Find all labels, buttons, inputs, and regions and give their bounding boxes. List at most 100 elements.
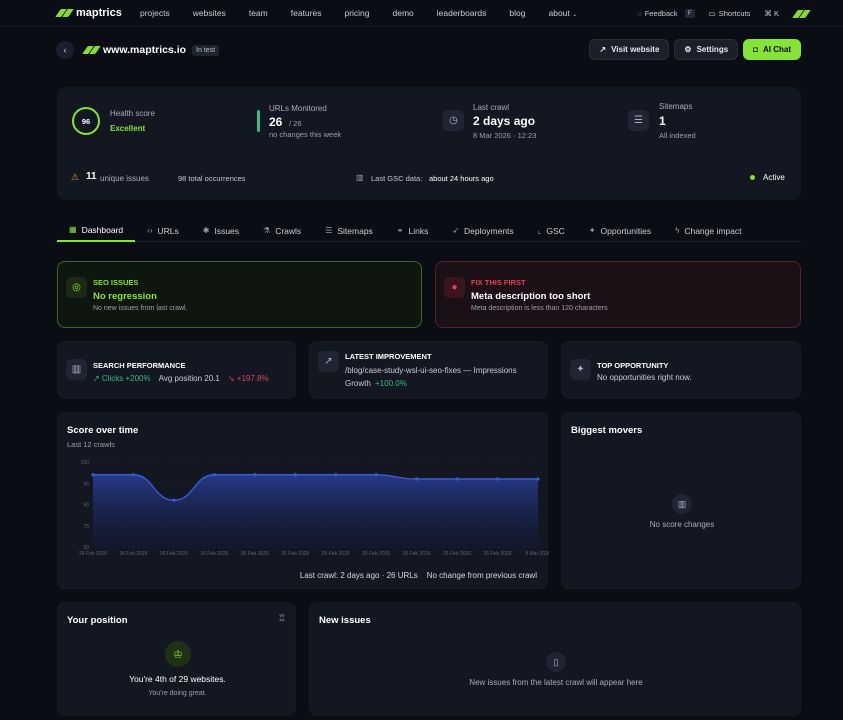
tab-links[interactable]: ⚭ Links (385, 219, 441, 242)
tab-urls[interactable]: ‹› URLs (135, 219, 191, 242)
nav-link-blog[interactable]: blog (509, 8, 525, 18)
top-opportunity-card[interactable]: ✦ TOP OPPORTUNITY No opportunities right… (561, 341, 801, 399)
top-opportunity-title: TOP OPPORTUNITY (597, 361, 669, 370)
avg-position-change: ↘ +197.8% (227, 374, 269, 383)
command-shortcut: ⌘ K (764, 9, 779, 18)
x-tick-label: 26 Feb 2026 (79, 551, 107, 557)
nav-link-about-label: about (548, 8, 570, 18)
clock-icon: ◷ (443, 110, 464, 131)
tab-dashboard[interactable]: ▦ Dashboard (57, 219, 136, 242)
score-chart: 1009590755026 Feb 2026 26 Feb 2026 26 Feb … (79, 460, 549, 557)
x-tick-label: 26 Feb 2026 (160, 551, 188, 557)
command-palette-button[interactable]: ⌘ K (764, 9, 779, 18)
x-tick-label: 26 Feb 2026 (281, 551, 309, 557)
flask-icon: ⚗ (263, 226, 271, 235)
feedback-button[interactable]: ◌ Feedback F (637, 9, 695, 18)
position-main: You're 4th of 29 websites. (129, 674, 226, 684)
keyboard-icon: ▭ (708, 9, 716, 18)
new-issues-empty: New issues from the latest crawl will ap… (469, 678, 643, 687)
tab-label: Opportunities (600, 225, 652, 236)
nav-link-websites[interactable]: websites (193, 8, 226, 18)
nav-link-features[interactable]: features (291, 8, 322, 18)
sparkles-icon: ✦ (570, 359, 591, 380)
sparkles-icon: ✦ (588, 226, 596, 235)
ai-chat-button[interactable]: ◘ AI Chat (743, 39, 801, 60)
tab-crawls[interactable]: ⚗ Crawls (251, 219, 313, 242)
tab-issues[interactable]: ✱ Issues (191, 219, 251, 242)
score-area (93, 474, 538, 547)
tab-opportunities[interactable]: ✦ Opportunities (577, 219, 663, 242)
new-issues-card: New issues ▯ New issues from the latest … (309, 602, 801, 716)
sitemaps-value: 1 (659, 114, 666, 128)
nav-link-projects[interactable]: projects (140, 8, 170, 18)
brand-logo[interactable]: maptrics (55, 7, 140, 19)
health-score-ring: 96 (72, 107, 100, 135)
score-point (334, 473, 338, 477)
urls-sub: no changes this week (269, 130, 342, 139)
target-icon: ◎ (66, 277, 87, 298)
sitemaps-label: Sitemaps (659, 102, 693, 111)
avg-position: Avg position 20.1 (158, 374, 220, 383)
nav-link-about[interactable]: about ⌄ (548, 8, 577, 18)
urls-value: 26 (269, 115, 283, 129)
nav-link-pricing[interactable]: pricing (344, 8, 369, 18)
score-over-time-card: Score over time Last 12 crawls 100 95 90 75… (57, 412, 549, 589)
movers-empty: No score changes (649, 520, 715, 529)
tab-deployments[interactable]: ➶ Deployments (440, 219, 525, 242)
bar-chart-icon: ▥ (672, 494, 692, 514)
link-icon: ⚭ (396, 226, 404, 235)
tab-sitemaps[interactable]: ☰ Sitemaps (313, 219, 385, 242)
site-favicon-icon (82, 46, 101, 54)
nav-link-leaderboards[interactable]: leaderboards (437, 8, 487, 18)
feedback-label: Feedback (644, 9, 678, 18)
x-tick-label: 26 Feb 2026 (119, 551, 147, 557)
header-actions: ↗ Visit website ⚙ Settings ◘ AI Chat (589, 39, 801, 60)
tab-label: Links (408, 225, 429, 236)
score-point (131, 473, 136, 477)
biggest-movers-card: Biggest movers ▥ No score changes (561, 412, 801, 589)
tab-label: Change impact (684, 225, 742, 236)
list-icon: ☰ (628, 110, 649, 131)
latest-improvement-title: LATEST IMPROVEMENT (345, 352, 432, 361)
shortcuts-button[interactable]: ▭ Shortcuts (709, 9, 751, 18)
x-tick-label: 26 Feb 2026 (483, 551, 511, 557)
back-button[interactable]: ‹ (56, 41, 74, 59)
growth-label: Growth (345, 379, 371, 388)
chat-bubble-icon: ◌ (637, 9, 642, 18)
growth-value: +100.0% (375, 379, 407, 388)
file-alert-icon: ▯ (546, 652, 566, 672)
tab-gsc[interactable]: ⌞ GSC (526, 219, 577, 242)
score-point (253, 473, 257, 477)
score-point (374, 473, 378, 477)
seo-issues-sub: No new issues from last crawl. (93, 305, 188, 312)
logo-icon[interactable] (792, 9, 811, 18)
gsc-label: Last GSC data: (371, 174, 423, 183)
health-score-label: Health score (110, 109, 155, 118)
new-issues-title: New issues (319, 615, 371, 626)
settings-button[interactable]: ⚙ Settings (674, 39, 739, 60)
visit-website-label: Visit website (611, 45, 660, 54)
position-sub: You're doing great. (148, 690, 207, 697)
trophy-icon[interactable]: ♖ (278, 613, 286, 624)
tab-change-impact[interactable]: ϟ Change impact (663, 219, 753, 242)
seo-issues-card[interactable]: ◎ SEO ISSUES No regression No new issues… (57, 261, 422, 328)
nav-link-demo[interactable]: demo (393, 8, 414, 18)
brand-name: maptrics (76, 7, 122, 19)
seo-issues-main: No regression (93, 291, 157, 302)
fix-main: Meta description too short (471, 291, 591, 302)
gear-icon: ⚙ (684, 45, 692, 54)
last-crawl-value: 2 days ago (473, 114, 536, 128)
visit-website-button[interactable]: ↗ Visit website (589, 39, 670, 60)
x-tick-label: 26 Feb 2026 (241, 551, 269, 557)
score-point (536, 477, 540, 481)
shortcuts-label: Shortcuts (718, 9, 751, 18)
search-performance-card[interactable]: ▥ SEARCH PERFORMANCE ↗ Clicks +200% Avg … (57, 341, 296, 399)
urls-total: / 26 (289, 119, 302, 128)
warning-icon: ⚠ (71, 172, 80, 182)
tab-label: Crawls (275, 225, 302, 236)
latest-improvement-card[interactable]: ↗ LATEST IMPROVEMENT /blog/case-study-ws… (309, 341, 548, 399)
nav-link-team[interactable]: team (249, 8, 268, 18)
ai-chat-label: AI Chat (763, 45, 791, 54)
x-tick-label: 26 Feb 2026 (200, 551, 228, 557)
fix-this-first-card[interactable]: ● FIX THIS FIRST Meta description too sh… (435, 261, 801, 328)
